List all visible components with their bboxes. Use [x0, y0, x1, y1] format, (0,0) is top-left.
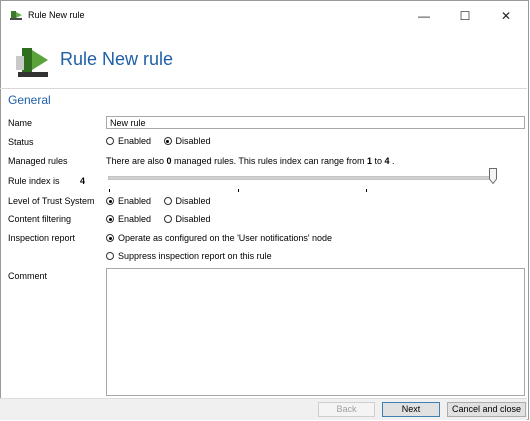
- section-title: General: [8, 93, 51, 107]
- managed-rules-text: There are also 0 managed rules. This rul…: [106, 156, 395, 166]
- window-title: Rule New rule: [28, 10, 85, 20]
- trust-radio-group: Enabled Disabled: [106, 196, 221, 206]
- inspection-suppress-radio[interactable]: Suppress inspection report on this rule: [106, 251, 272, 261]
- radio-icon: [106, 252, 114, 260]
- radio-selected-icon: [106, 197, 114, 205]
- comment-textarea[interactable]: [106, 268, 525, 396]
- cancel-and-close-button[interactable]: Cancel and close: [447, 402, 526, 417]
- minimize-button[interactable]: —: [404, 5, 444, 27]
- radio-icon: [163, 197, 172, 205]
- managed-rules-label: Managed rules: [8, 156, 68, 166]
- status-label: Status: [8, 137, 34, 147]
- name-label: Name: [8, 118, 33, 128]
- status-disabled-radio[interactable]: Disabled: [163, 136, 211, 146]
- page-title: Rule New rule: [60, 49, 174, 69]
- inspection-label: Inspection report: [8, 233, 76, 243]
- name-input[interactable]: [106, 116, 525, 129]
- rule-index-value: 4: [80, 176, 86, 186]
- trust-enabled-radio[interactable]: Enabled: [106, 196, 151, 206]
- comment-label: Comment: [8, 271, 48, 281]
- radio-icon: [163, 215, 172, 223]
- rule-icon: [10, 11, 22, 20]
- content-disabled-radio[interactable]: Disabled: [163, 214, 211, 224]
- radio-selected-icon: [163, 137, 172, 145]
- title-bar: Rule New rule — ☐ ✕: [1, 1, 528, 31]
- inspection-operate-radio[interactable]: Operate as configured on the 'User notif…: [106, 233, 332, 243]
- trust-label: Level of Trust System: [8, 196, 95, 206]
- next-button[interactable]: Next: [382, 402, 440, 417]
- back-button[interactable]: Back: [318, 402, 375, 417]
- slider-tick: [366, 189, 367, 192]
- radio-selected-icon: [106, 215, 114, 223]
- maximize-button[interactable]: ☐: [445, 5, 485, 27]
- radio-selected-icon: [106, 234, 114, 242]
- rule-index-slider[interactable]: [108, 176, 496, 180]
- content-filtering-label: Content filtering: [8, 214, 72, 224]
- radio-icon: [106, 137, 114, 145]
- slider-tick: [109, 189, 110, 192]
- content-radio-group: Enabled Disabled: [106, 214, 221, 224]
- slider-tick: [238, 189, 239, 192]
- rule-index-label: Rule index is: [8, 176, 60, 186]
- rule-icon: [16, 48, 48, 77]
- header-divider: [0, 88, 527, 89]
- close-button[interactable]: ✕: [486, 5, 526, 27]
- slider-thumb-icon[interactable]: [489, 168, 497, 184]
- trust-disabled-radio[interactable]: Disabled: [163, 196, 211, 206]
- status-radio-group: Enabled Disabled: [106, 136, 221, 146]
- content-enabled-radio[interactable]: Enabled: [106, 214, 151, 224]
- status-enabled-radio[interactable]: Enabled: [106, 136, 151, 146]
